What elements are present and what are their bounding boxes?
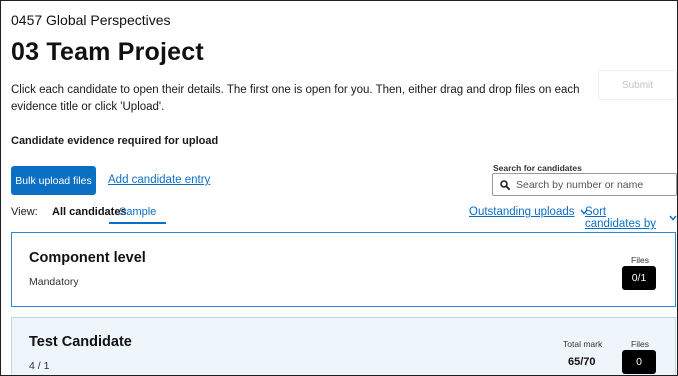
component-title: Component level	[29, 250, 146, 266]
files-label: Files	[631, 255, 649, 265]
component-subtitle: Mandatory	[29, 276, 79, 288]
total-mark-value: 65/70	[568, 356, 596, 368]
outstanding-uploads-dropdown[interactable]: Outstanding uploads	[469, 206, 588, 218]
candidate-number: 4 / 1	[29, 360, 50, 372]
sort-candidates-dropdown[interactable]: Sort candidates by	[585, 206, 677, 230]
candidate-card[interactable]: Test Candidate 4 / 1 Total mark 65/70 Fi…	[11, 317, 676, 375]
search-icon	[500, 179, 510, 190]
view-label: View:	[11, 206, 38, 218]
component-level-card[interactable]: Component level Mandatory Files 0/1	[11, 232, 676, 307]
tab-sample[interactable]: Sample	[109, 206, 167, 224]
sort-candidates-label: Sort candidates by	[585, 206, 656, 230]
files-count-badge[interactable]: 0	[622, 350, 656, 374]
evidence-heading: Candidate evidence required for upload	[11, 135, 219, 147]
search-label: Search for candidates	[493, 163, 582, 173]
search-input[interactable]	[516, 178, 666, 191]
search-box[interactable]	[492, 173, 677, 196]
page-title: 03 Team Project	[11, 38, 204, 66]
outstanding-uploads-label: Outstanding uploads	[469, 206, 575, 218]
files-label: Files	[631, 339, 649, 349]
submit-button[interactable]: Submit	[598, 70, 677, 100]
app-frame: 0457 Global Perspectives 03 Team Project…	[0, 0, 678, 376]
instructions-text: Click each candidate to open their detai…	[11, 84, 580, 113]
chevron-down-icon	[669, 214, 677, 223]
total-mark-label: Total mark	[563, 339, 603, 349]
bulk-upload-button[interactable]: Bulk upload files	[11, 166, 96, 195]
files-count-badge[interactable]: 0/1	[622, 266, 656, 290]
add-candidate-link[interactable]: Add candidate entry	[108, 174, 210, 186]
candidate-name: Test Candidate	[29, 334, 132, 350]
course-name: 0457 Global Perspectives	[11, 12, 171, 28]
